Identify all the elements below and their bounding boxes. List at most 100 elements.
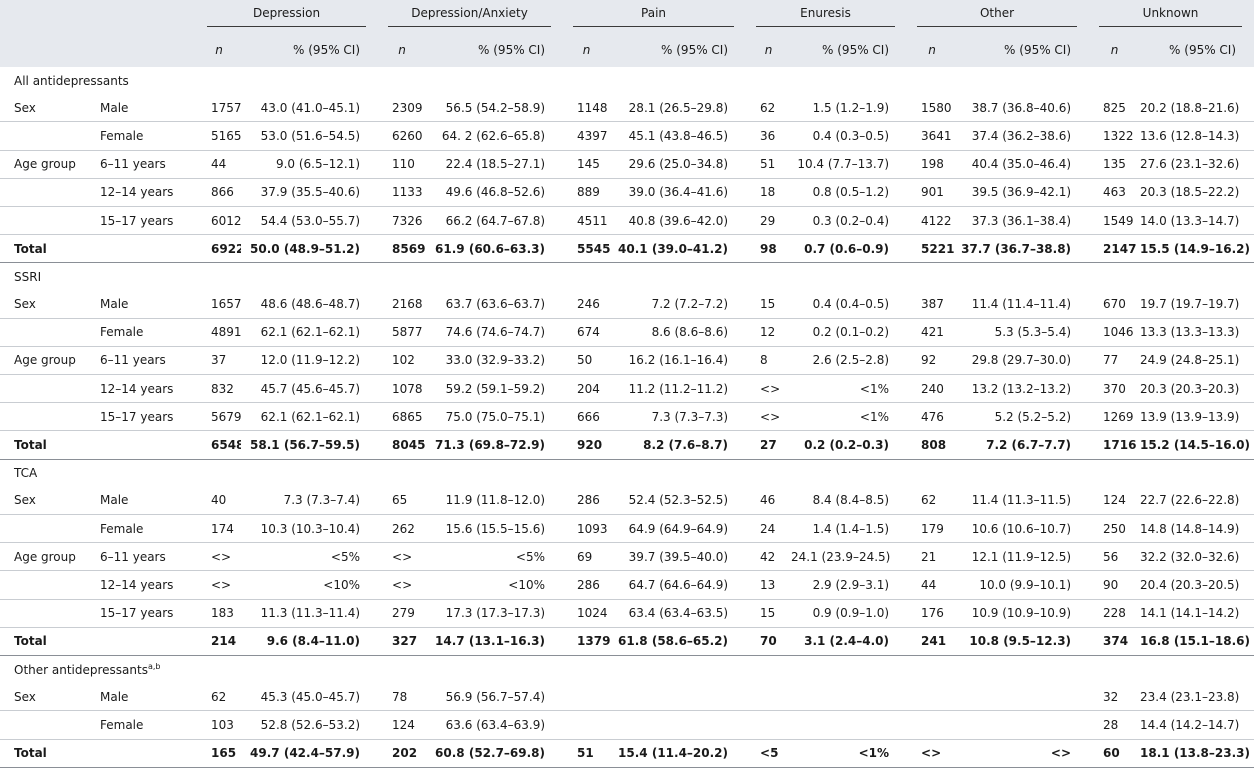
row-subcategory: 15–17 years <box>100 402 197 432</box>
section-header-row: Other antidepressantsa,b <box>0 655 1254 683</box>
percent-ci-cell: 20.4 (20.3–20.5) <box>1140 570 1254 600</box>
percent-ci-cell: 27.6 (23.1–32.6) <box>1140 150 1254 179</box>
count-cell: 1093 <box>563 514 611 544</box>
total-percent-ci-cell: 16.8 (15.1–18.6) <box>1140 627 1254 656</box>
percent-ci-cell: 75.0 (75.0–75.1) <box>426 402 564 432</box>
percent-ci-cell: 33.0 (32.9–33.2) <box>426 346 564 376</box>
count-cell: 6012 <box>197 206 241 236</box>
count-cell: 387 <box>907 290 958 319</box>
table-row: Female 4891 62.1 (62.1–62.1) 5877 74.6 (74.6… <box>0 318 1254 347</box>
total-percent-ci-cell: 7.2 (6.7–7.7) <box>957 430 1090 460</box>
percent-ci-cell: 16.2 (16.1–16.4) <box>610 346 747 376</box>
total-count-cell: 920 <box>563 430 611 460</box>
row-subcategory: 6–11 years <box>100 542 197 572</box>
total-percent-ci-cell: 15.5 (14.9–16.2) <box>1140 234 1254 264</box>
total-percent-ci-cell: 18.1 (13.8–23.3) <box>1140 739 1254 768</box>
count-cell: 36 <box>746 121 792 151</box>
count-cell: 32 <box>1089 683 1141 712</box>
count-cell: 21 <box>907 542 958 572</box>
n-header: n <box>907 33 958 67</box>
row-category <box>0 121 100 151</box>
count-cell: 198 <box>907 150 958 179</box>
row-subcategory: 12–14 years <box>100 178 197 207</box>
row-subcategory: 15–17 years <box>100 599 197 628</box>
percent-ci-cell: 10.3 (10.3–10.4) <box>241 514 379 544</box>
percent-ci-cell: 10.0 (9.9–10.1) <box>957 570 1090 600</box>
percent-ci-cell: 13.6 (12.8–14.3) <box>1140 121 1254 151</box>
count-cell: 62 <box>907 486 958 515</box>
table-row: 12–14 years <> <10% <> <10% 286 64.7 (64.6–64.… <box>0 570 1254 600</box>
total-percent-ci-cell: 14.7 (13.1–16.3) <box>426 627 564 656</box>
percent-ci-cell: 7.2 (7.2–7.2) <box>610 290 747 319</box>
count-cell: 889 <box>563 178 611 207</box>
total-percent-ci-cell: 49.7 (42.4–57.9) <box>241 739 379 768</box>
percent-ci-cell: 0.3 (0.2–0.4) <box>791 206 908 236</box>
total-row: Total 692250.0 (48.9–51.2)856961.9 (60.6–… <box>0 234 1254 264</box>
table-row: Female 103 52.8 (52.6–53.2) 124 63.6 (63.4–6… <box>0 710 1254 740</box>
total-percent-ci-cell: 8.2 (7.6–8.7) <box>610 430 747 460</box>
percent-ci-cell: 7.3 (7.3–7.4) <box>241 486 379 515</box>
count-cell: 832 <box>197 374 241 404</box>
count-cell: 7326 <box>378 206 427 236</box>
total-count-cell: 202 <box>378 739 427 768</box>
percent-ci-cell: 1.5 (1.2–1.9) <box>791 94 908 123</box>
total-label: Total <box>0 430 100 460</box>
row-category: Age group <box>0 542 100 572</box>
count-cell: 2309 <box>378 94 427 123</box>
total-count-cell: 327 <box>378 627 427 656</box>
count-cell: 124 <box>1089 486 1141 515</box>
percent-ci-cell: <10% <box>241 570 379 600</box>
total-count-cell: <5 <box>746 739 792 768</box>
count-cell <box>746 710 792 740</box>
percent-ci-cell: <10% <box>426 570 564 600</box>
count-cell: 1757 <box>197 94 241 123</box>
percent-ci-cell: 15.6 (15.5–15.6) <box>426 514 564 544</box>
percent-ci-cell: 11.4 (11.4–11.4) <box>957 290 1090 319</box>
count-cell: <> <box>197 570 241 600</box>
percent-ci-cell: 13.3 (13.3–13.3) <box>1140 318 1254 347</box>
percent-ci-cell: 43.0 (41.0–45.1) <box>241 94 379 123</box>
percent-ci-cell: <5% <box>426 542 564 572</box>
row-subcategory: 6–11 years <box>100 346 197 376</box>
total-label: Total <box>0 739 100 768</box>
table-row: Age group 6–11 years 44 9.0 (6.5–12.1) 110 22… <box>0 150 1254 179</box>
percent-ci-cell: 20.3 (20.3–20.3) <box>1140 374 1254 404</box>
row-category <box>0 570 100 600</box>
count-cell: 1269 <box>1089 402 1141 432</box>
percent-ci-cell: 63.7 (63.6–63.7) <box>426 290 564 319</box>
data-table: Depression Depression/Anxiety Pain Enure… <box>0 0 1254 768</box>
total-percent-ci-cell: 37.7 (36.7–38.8) <box>957 234 1090 264</box>
count-cell: 3641 <box>907 121 958 151</box>
count-cell: 50 <box>563 346 611 376</box>
total-label: Total <box>0 627 100 656</box>
total-count-cell: 70 <box>746 627 792 656</box>
percent-ci-cell <box>791 683 908 712</box>
total-percent-ci-cell: 60.8 (52.7–69.8) <box>426 739 564 768</box>
total-percent-ci-cell: <1% <box>791 739 908 768</box>
total-count-cell: 165 <box>197 739 241 768</box>
count-cell: 866 <box>197 178 241 207</box>
count-cell: 145 <box>563 150 611 179</box>
count-cell: 666 <box>563 402 611 432</box>
count-cell: 78 <box>378 683 427 712</box>
percent-ci-cell: 22.4 (18.5–27.1) <box>426 150 564 179</box>
count-cell: 174 <box>197 514 241 544</box>
count-cell <box>907 710 958 740</box>
n-header: n <box>746 33 792 67</box>
n-header: n <box>197 33 241 67</box>
count-cell: 92 <box>907 346 958 376</box>
count-cell: 1322 <box>1089 121 1141 151</box>
total-count-cell: 808 <box>907 430 958 460</box>
percent-ci-cell: 0.8 (0.5–1.2) <box>791 178 908 207</box>
percent-ci-cell: 13.9 (13.9–13.9) <box>1140 402 1254 432</box>
group-header-unknown: Unknown <box>1099 6 1243 27</box>
percent-ci-cell <box>791 710 908 740</box>
total-count-cell: 241 <box>907 627 958 656</box>
count-cell: 179 <box>907 514 958 544</box>
percent-ci-cell: 59.2 (59.1–59.2) <box>426 374 564 404</box>
count-cell: 24 <box>746 514 792 544</box>
percent-ci-cell: 11.4 (11.3–11.5) <box>957 486 1090 515</box>
count-cell: 250 <box>1089 514 1141 544</box>
count-cell: 44 <box>907 570 958 600</box>
group-header-enuresis: Enuresis <box>756 6 896 27</box>
